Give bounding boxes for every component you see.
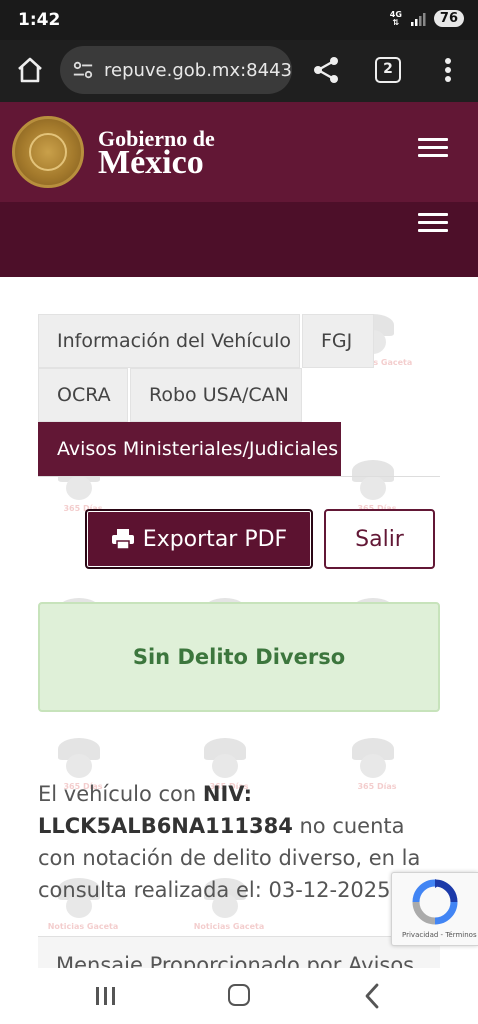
result-alert: Sin Delito Diverso [38, 602, 440, 712]
niv-label: NIV: [202, 782, 252, 806]
export-pdf-label: Exportar PDF [142, 526, 288, 552]
more-vert-icon[interactable] [436, 54, 460, 86]
mexico-seal-icon[interactable] [12, 116, 84, 188]
battery-badge: 76 [433, 10, 464, 27]
status-icons: 4G ⇅ 76 [390, 10, 464, 27]
recaptcha-terms[interactable]: Términos [445, 931, 476, 939]
tab-avisos-ministeriales[interactable]: Avisos Ministeriales/Judiciales [38, 422, 341, 476]
share-icon[interactable] [310, 54, 342, 86]
browser-toolbar: repuve.gob.mx:8443 2 [0, 40, 478, 102]
niv-value: LLCK5ALB6NA111384 [38, 814, 293, 838]
recents-icon[interactable] [94, 985, 118, 1007]
seal-eagle-icon [29, 133, 67, 171]
recaptcha-links[interactable]: Privacidad - Términos [402, 931, 477, 939]
alert-text: Sin Delito Diverso [132, 645, 346, 669]
data-arrows-icon: ⇅ [392, 17, 400, 27]
gov-title-line2[interactable]: México [98, 144, 204, 182]
result-paragraph: El vehículo con NIV: LLCK5ALB6NA111384 n… [38, 778, 438, 906]
android-nav-bar [0, 968, 478, 1024]
exit-button[interactable]: Salir [324, 509, 435, 569]
gov-subnav [0, 202, 478, 277]
hamburger-icon[interactable] [418, 213, 448, 233]
recaptcha-icon [412, 879, 458, 925]
tabs-button[interactable]: 2 [375, 57, 401, 83]
export-pdf-button[interactable]: Exportar PDF [85, 509, 313, 569]
printer-icon [111, 529, 134, 550]
tab-robo-usa-can[interactable]: Robo USA/CAN [130, 368, 302, 422]
back-icon[interactable] [362, 982, 382, 1010]
address-bar[interactable]: repuve.gob.mx:8443 [60, 46, 292, 94]
site-settings-icon[interactable] [72, 59, 94, 81]
network-icon: 4G ⇅ [390, 10, 402, 27]
query-date: 03-12-2025 [268, 878, 391, 902]
home-icon[interactable] [228, 984, 250, 1006]
tab-ocra[interactable]: OCRA [38, 368, 128, 422]
recaptcha-privacy[interactable]: Privacidad [402, 931, 438, 939]
tab-informacion-vehiculo[interactable]: Información del Vehículo [38, 314, 300, 368]
status-bar: 1:42 4G ⇅ 76 [0, 0, 478, 40]
tab-fgj[interactable]: FGJ [302, 314, 374, 368]
status-time: 1:42 [18, 10, 61, 30]
signal-icon [410, 12, 426, 26]
recaptcha-badge[interactable]: Privacidad - Términos [391, 872, 478, 946]
hamburger-icon[interactable] [418, 138, 448, 158]
home-icon[interactable] [14, 54, 46, 86]
tab-divider [38, 476, 440, 477]
gov-header [0, 102, 478, 202]
url-text: repuve.gob.mx:8443 [103, 59, 292, 81]
result-prefix: El vehículo con [38, 782, 203, 806]
